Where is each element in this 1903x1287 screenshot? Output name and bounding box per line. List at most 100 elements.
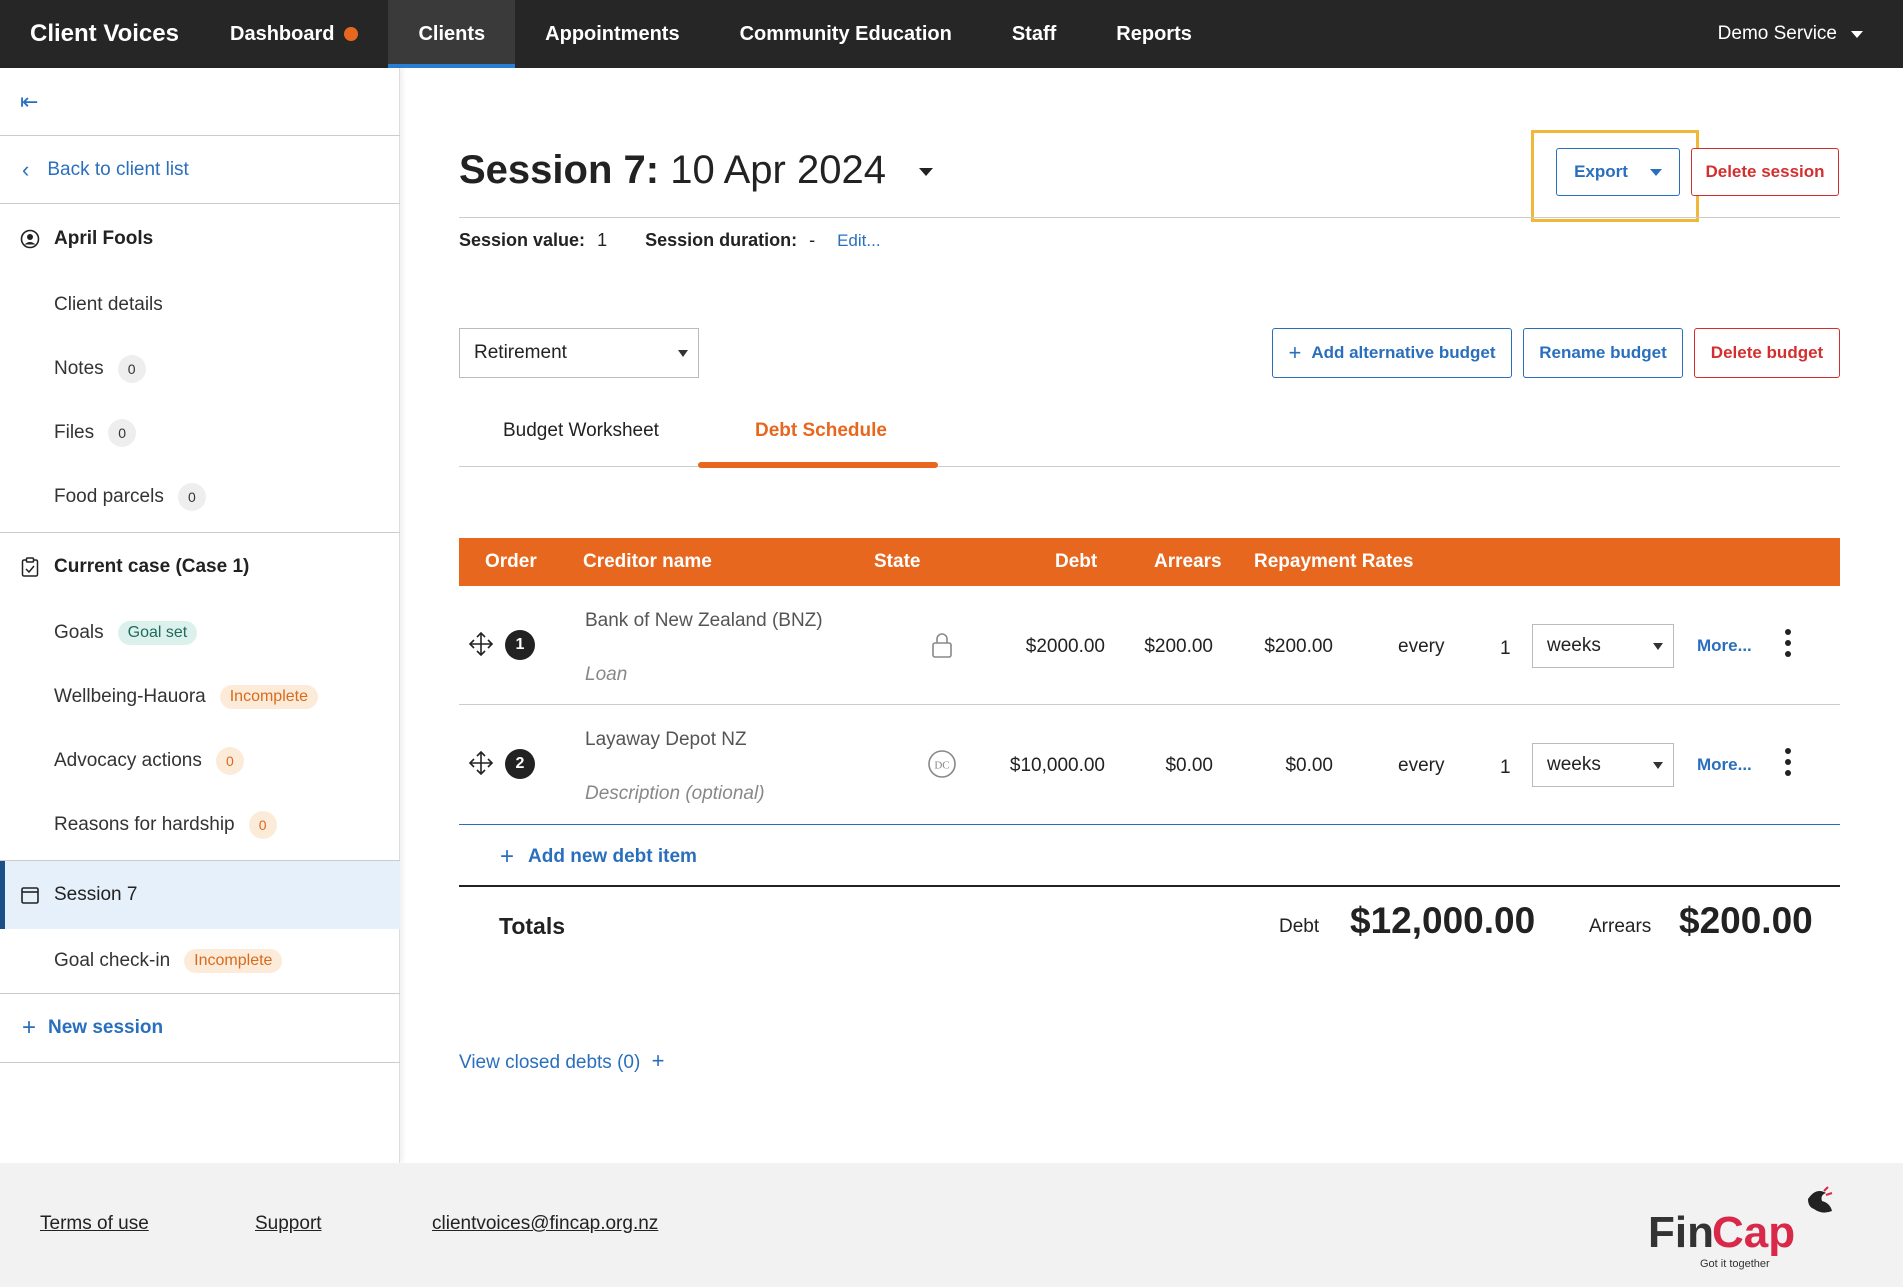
nav-reports[interactable]: Reports bbox=[1086, 0, 1222, 68]
caret-down-icon bbox=[1649, 168, 1662, 176]
session-title: Session 7 bbox=[54, 884, 138, 905]
add-new-debt-item-label: Add new debt item bbox=[528, 846, 697, 867]
count-badge: 0 bbox=[117, 355, 146, 383]
rename-budget-button[interactable]: Rename budget bbox=[1523, 328, 1683, 378]
frequency-value[interactable]: 1 bbox=[1500, 638, 1511, 660]
sidebar: ⇤ ‹ Back to client list April Fools Clie… bbox=[0, 68, 400, 1163]
tab-debt-schedule[interactable]: Debt Schedule bbox=[755, 420, 887, 442]
divider bbox=[459, 217, 1840, 218]
kebab-menu-icon[interactable] bbox=[1785, 628, 1791, 658]
client-header[interactable]: April Fools bbox=[0, 205, 400, 273]
sidebar-item-files[interactable]: Files 0 bbox=[0, 401, 400, 465]
col-state: State bbox=[874, 551, 921, 572]
case-header[interactable]: Current case (Case 1) bbox=[0, 533, 400, 601]
nav-clients[interactable]: Clients bbox=[388, 0, 516, 68]
view-closed-debts-label: View closed debts (0) bbox=[459, 1052, 641, 1073]
edit-session-link[interactable]: Edit... bbox=[837, 231, 880, 251]
repayment-rate[interactable]: $0.00 bbox=[1219, 755, 1333, 777]
session-meta: Session value: 1 Session duration: - Edi… bbox=[459, 230, 881, 251]
collapse-sidebar-button[interactable]: ⇤ bbox=[0, 68, 400, 136]
budget-select[interactable]: Retirement bbox=[459, 328, 699, 378]
sidebar-item-goals[interactable]: Goals Goal set bbox=[0, 601, 400, 665]
nav-appointments[interactable]: Appointments bbox=[515, 0, 709, 68]
period-select[interactable]: weeks bbox=[1532, 624, 1674, 668]
tab-budget-worksheet[interactable]: Budget Worksheet bbox=[503, 420, 659, 442]
delete-budget-label: Delete budget bbox=[1710, 343, 1824, 362]
email-link[interactable]: clientvoices@fincap.org.nz bbox=[432, 1213, 658, 1235]
new-session-button[interactable]: + New session bbox=[0, 994, 400, 1062]
view-closed-debts-link[interactable]: View closed debts (0) + bbox=[459, 1048, 664, 1074]
plus-icon: + bbox=[500, 843, 515, 870]
rename-budget-label: Rename budget bbox=[1539, 343, 1667, 362]
nav-community-education[interactable]: Community Education bbox=[710, 0, 982, 68]
count-badge: 0 bbox=[177, 483, 206, 511]
sidebar-item-reasons-for-hardship[interactable]: Reasons for hardship 0 bbox=[0, 793, 400, 857]
delete-session-button[interactable]: Delete session bbox=[1691, 148, 1839, 196]
chevron-left-icon: ‹ bbox=[22, 156, 30, 182]
logo-text-fin: Fin bbox=[1648, 1208, 1714, 1257]
total-arrears-label: Arrears bbox=[1589, 916, 1652, 937]
creditor-name[interactable]: Layaway Depot NZ bbox=[585, 729, 747, 751]
back-to-client-list[interactable]: ‹ Back to client list bbox=[0, 136, 400, 204]
sidebar-item-goal-check-in[interactable]: Goal check-in Incomplete bbox=[0, 929, 400, 993]
table-row: 1 Bank of New Zealand (BNZ) Loan $2000.0… bbox=[459, 586, 1840, 705]
back-label: Back to client list bbox=[47, 158, 189, 180]
nav-clients-label: Clients bbox=[418, 22, 486, 45]
sidebar-item-label: Goals bbox=[54, 622, 104, 643]
export-button[interactable]: Export bbox=[1556, 148, 1680, 196]
nav-community-education-label: Community Education bbox=[739, 22, 952, 45]
order-badge: 2 bbox=[505, 749, 535, 779]
more-link[interactable]: More... bbox=[1697, 636, 1752, 656]
footer: Terms of use Support clientvoices@fincap… bbox=[0, 1163, 1903, 1287]
debt-amount: $10,000.00 bbox=[1009, 755, 1105, 776]
terms-of-use-link[interactable]: Terms of use bbox=[40, 1213, 149, 1235]
export-label: Export bbox=[1574, 162, 1628, 181]
sidebar-item-client-details[interactable]: Client details bbox=[0, 273, 400, 337]
sidebar-item-notes[interactable]: Notes 0 bbox=[0, 337, 400, 401]
arrears-amount: $200.00 bbox=[1144, 636, 1213, 657]
move-icon[interactable] bbox=[467, 749, 495, 777]
debt-description[interactable]: Loan bbox=[585, 664, 627, 686]
count-badge: 0 bbox=[215, 747, 244, 775]
totals-divider bbox=[459, 885, 1840, 887]
nav-dashboard[interactable]: Dashboard bbox=[230, 0, 388, 68]
period-select[interactable]: weeks bbox=[1532, 743, 1674, 787]
table-row: 2 Layaway Depot NZ Description (optional… bbox=[459, 705, 1840, 824]
total-debt-value: $12,000.00 bbox=[1350, 900, 1536, 941]
session-heading[interactable]: Session 7: 10 Apr 2024 bbox=[459, 148, 934, 193]
repayment-rate[interactable]: $200.00 bbox=[1219, 636, 1333, 658]
count-badge: 0 bbox=[248, 811, 277, 839]
more-link[interactable]: More... bbox=[1697, 755, 1752, 775]
sidebar-item-label: Goal check-in bbox=[54, 950, 171, 971]
kebab-menu-icon[interactable] bbox=[1785, 747, 1791, 777]
delete-budget-button[interactable]: Delete budget bbox=[1694, 328, 1840, 378]
service-selector[interactable]: Demo Service bbox=[1718, 0, 1863, 68]
fincap-logo[interactable]: Fin Cap Got it together bbox=[1648, 1185, 1848, 1273]
brand-title[interactable]: Client Voices bbox=[30, 20, 230, 48]
nav-staff[interactable]: Staff bbox=[982, 0, 1086, 68]
creditor-name[interactable]: Bank of New Zealand (BNZ) bbox=[585, 610, 823, 632]
frequency-value[interactable]: 1 bbox=[1500, 757, 1511, 779]
count-badge: 0 bbox=[108, 419, 137, 447]
session-duration-label: Session duration: bbox=[645, 230, 798, 250]
session-duration: - bbox=[809, 230, 816, 250]
add-new-debt-item-button[interactable]: + Add new debt item bbox=[500, 843, 697, 871]
sidebar-item-session-7[interactable]: Session 7 bbox=[0, 861, 400, 929]
dc-icon: DC bbox=[927, 749, 957, 779]
delete-session-label: Delete session bbox=[1705, 162, 1825, 181]
every-label: every bbox=[1398, 636, 1445, 657]
move-icon[interactable] bbox=[467, 630, 495, 658]
status-badge: Incomplete bbox=[219, 685, 318, 709]
add-alternative-budget-button[interactable]: + Add alternative budget bbox=[1272, 328, 1512, 378]
logo-text-cap: Cap bbox=[1712, 1208, 1795, 1257]
col-repayment-rates: Repayment Rates bbox=[1254, 551, 1414, 572]
sidebar-item-advocacy-actions[interactable]: Advocacy actions 0 bbox=[0, 729, 400, 793]
sidebar-item-wellbeing[interactable]: Wellbeing-Hauora Incomplete bbox=[0, 665, 400, 729]
debt-table-header: Order Creditor name State Debt Arrears R… bbox=[459, 538, 1840, 586]
tabs-divider bbox=[459, 466, 1840, 467]
debt-description[interactable]: Description (optional) bbox=[585, 783, 765, 805]
support-link[interactable]: Support bbox=[255, 1213, 322, 1235]
svg-text:DC: DC bbox=[934, 760, 949, 772]
sidebar-item-food-parcels[interactable]: Food parcels 0 bbox=[0, 465, 400, 529]
totals-label: Totals bbox=[499, 913, 566, 939]
